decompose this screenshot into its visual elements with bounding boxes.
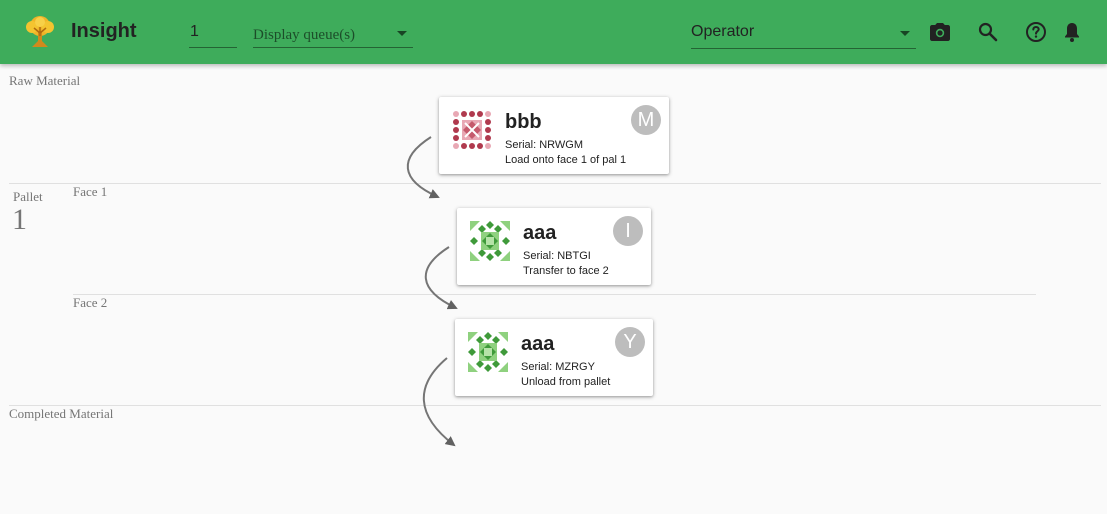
material-card[interactable]: aaa Serial: NBTGI Transfer to face 2 I [457,208,651,285]
bell-icon[interactable] [1060,20,1084,44]
divider [9,183,1101,184]
avatar: M [631,105,661,135]
divider [73,294,1036,295]
face-2-label: Face 2 [73,295,108,310]
completed-material-label: Completed Material [9,406,114,421]
camera-icon[interactable] [928,20,952,44]
chevron-down-icon [397,31,407,36]
action-text: Load onto face 1 of pal 1 [505,154,627,166]
app-bar: Insight 1 Display queue(s) Operator [0,0,1107,64]
app-title: Insight [71,20,137,42]
serial-text: Serial: NBTGI [523,250,591,262]
move-arrow [406,136,440,199]
part-name: aaa [521,333,555,355]
queue-select-placeholder: Display queue(s) [253,27,356,43]
avatar: I [613,216,643,246]
move-arrow [422,357,456,447]
raw-material-label: Raw Material [9,73,81,88]
action-text: Transfer to face 2 [523,265,609,277]
pallet-number-value: 1 [190,23,199,40]
part-name: bbb [505,111,542,133]
help-icon[interactable] [1024,20,1048,44]
divider [9,405,1101,406]
avatar: Y [615,327,645,357]
part-aaa-icon [470,221,510,261]
pallet-number-input[interactable]: 1 [189,20,237,48]
queue-select[interactable]: Display queue(s) [253,20,413,48]
move-arrow [424,246,458,310]
search-icon[interactable] [976,20,1000,44]
part-bbb-icon [453,111,491,149]
operator-select-value: Operator [691,23,755,40]
serial-text: Serial: NRWGM [505,139,584,151]
action-text: Unload from pallet [521,376,611,388]
operator-select[interactable]: Operator [691,20,916,49]
part-name: aaa [523,222,557,244]
material-card[interactable]: bbb Serial: NRWGM Load onto face 1 of pa… [439,97,669,174]
material-card[interactable]: aaa Serial: MZRGY Unload from pallet Y [455,319,653,396]
chevron-down-icon [900,31,910,36]
serial-text: Serial: MZRGY [521,361,595,373]
pallet-number: 1 [12,203,27,236]
tree-logo-icon [26,16,54,47]
face-1-label: Face 1 [73,184,108,199]
part-aaa-icon [468,332,508,372]
